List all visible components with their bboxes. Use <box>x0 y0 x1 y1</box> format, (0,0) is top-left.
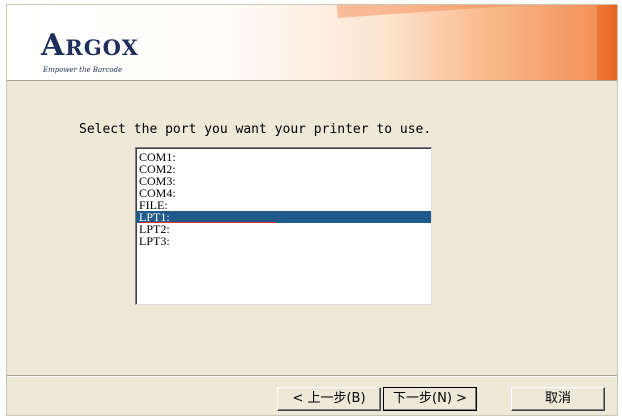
port-item-lpt2[interactable]: LPT2: <box>136 223 431 235</box>
logo-tagline: Empower the Barcode <box>43 66 123 74</box>
header-banner: ARGOX Empower the Barcode <box>7 5 617 81</box>
port-listbox[interactable]: COM1: COM2: COM3: COM4: FILE: LPT1: LPT2… <box>135 147 432 305</box>
logo-rest: RGOX <box>65 35 139 60</box>
port-item-com1[interactable]: COM1: <box>136 151 431 163</box>
port-label: LPT3: <box>139 234 170 248</box>
port-item-com4[interactable]: COM4: <box>136 187 431 199</box>
port-item-com3[interactable]: COM3: <box>136 175 431 187</box>
banner-stripe <box>336 5 538 18</box>
footer-separator <box>7 375 617 377</box>
wizard-window: ARGOX Empower the Barcode Select the por… <box>6 4 618 416</box>
argox-logo: ARGOX <box>41 31 139 61</box>
selection-underline <box>140 222 276 223</box>
instruction-text: Select the port you want your printer to… <box>79 122 432 137</box>
cancel-button[interactable]: 取消 <box>511 387 605 411</box>
banner-edge <box>597 5 617 80</box>
back-button[interactable]: < 上一步(B) <box>277 387 381 411</box>
port-item-lpt3[interactable]: LPT3: <box>136 235 431 247</box>
next-button[interactable]: 下一步(N) > <box>383 387 477 411</box>
port-item-lpt1[interactable]: LPT1: <box>136 211 431 223</box>
port-item-com2[interactable]: COM2: <box>136 163 431 175</box>
logo-initial: A <box>41 28 66 63</box>
port-item-file[interactable]: FILE: <box>136 199 431 211</box>
